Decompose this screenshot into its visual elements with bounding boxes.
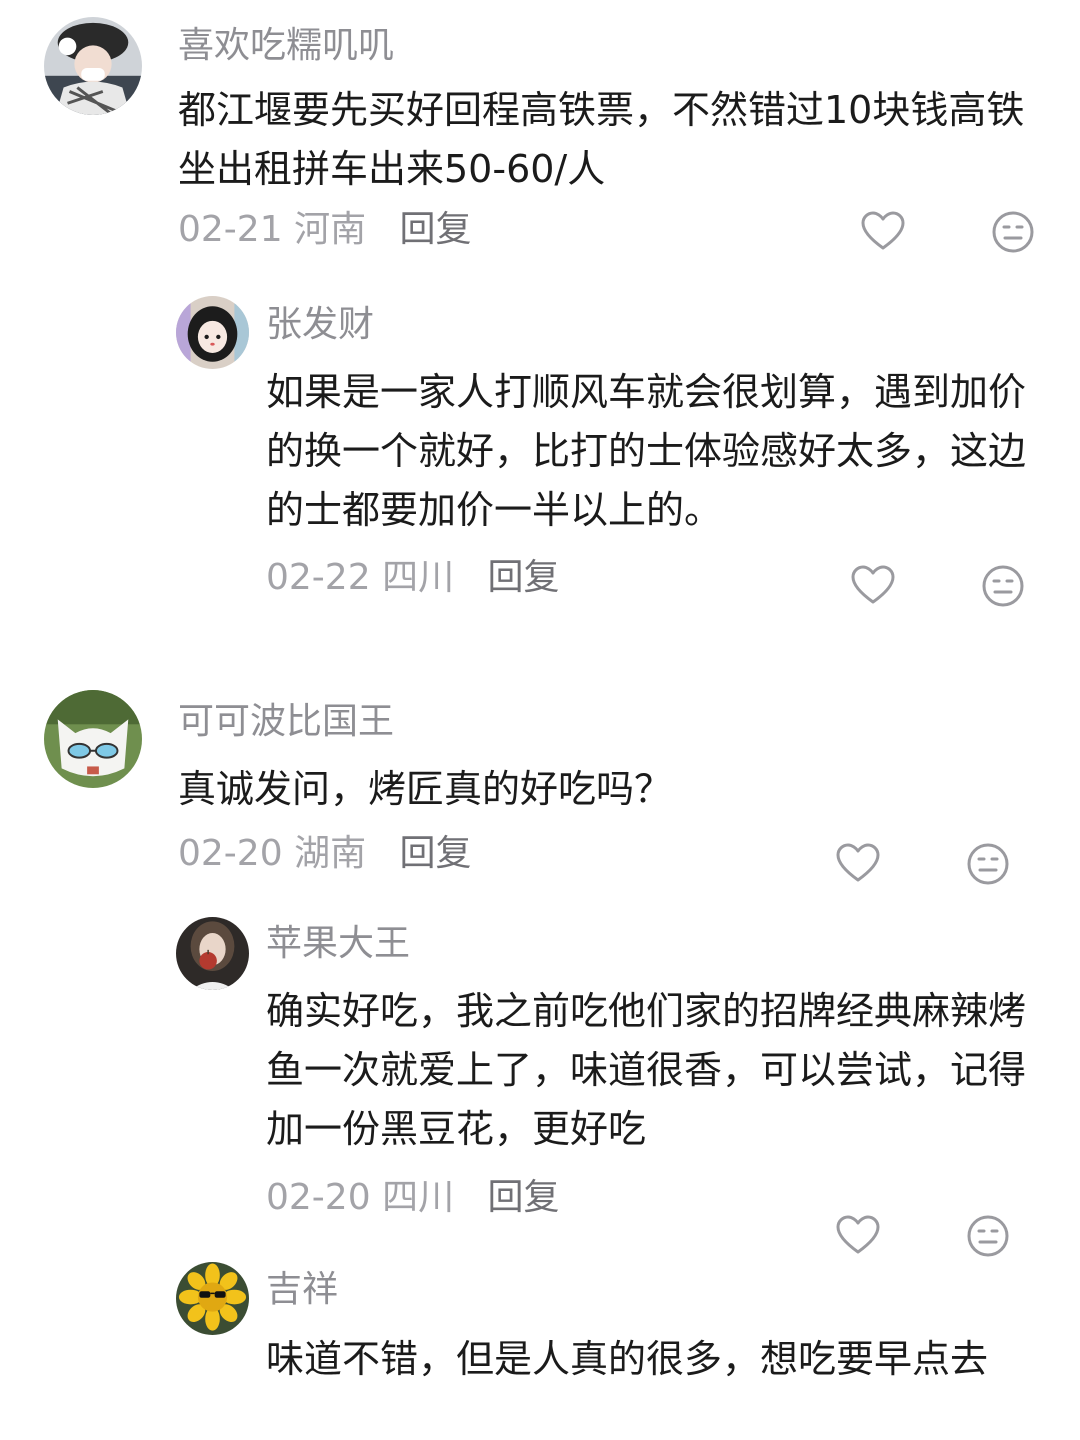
comment-text-line: 坐出租拼车出来50-60/人 [178,147,606,191]
dislike-button[interactable] [964,840,1012,888]
comment-date: 02-20 [178,833,283,874]
reply-text-line: 的换一个就好，比打的士体验感好太多，这边 [266,429,1027,473]
reply-text-line: 的士都要加价一半以上的。 [266,488,723,532]
heart-outline-icon [836,1215,880,1254]
comment-location: 河南 [294,209,367,250]
reply-text-line: 确实好吃，我之前吃他们家的招牌经典麻辣烤 [266,989,1027,1033]
reply-location: 四川 [382,1177,455,1218]
avatar[interactable] [176,1262,249,1335]
reply-date: 02-20 [266,1177,371,1218]
avatar[interactable] [176,917,249,990]
heart-outline-icon [836,843,880,882]
reply-text-line: 如果是一家人打顺风车就会很划算，遇到加价 [266,370,1027,414]
comment-location: 湖南 [294,833,367,874]
like-button[interactable] [834,1212,882,1260]
dislike-button[interactable] [964,1212,1012,1260]
like-button[interactable] [849,562,897,610]
neutral-face-icon [982,565,1024,607]
reply-location: 四川 [382,557,455,598]
comment-text: 真诚发问，烤匠真的好吃吗？ [178,760,672,819]
like-button[interactable] [834,840,882,888]
comment-username[interactable]: 喜欢吃糯叽叽 [178,24,394,68]
reply-text-line: 鱼一次就爱上了，味道很香，可以尝试，记得 [266,1048,1027,1092]
reply-username[interactable]: 苹果大王 [266,922,410,966]
reply-button[interactable]: 回复 [400,209,472,250]
comment-meta: 02-21 河南 回复 [178,208,472,252]
like-button[interactable] [859,208,907,256]
reply-username[interactable]: 吉祥 [266,1268,338,1312]
reply-text: 确实好吃，我之前吃他们家的招牌经典麻辣烤 鱼一次就爱上了，味道很香，可以尝试，记… [266,982,1026,1159]
reply-button[interactable]: 回复 [488,1177,560,1218]
reply-button[interactable]: 回复 [400,833,472,874]
reply-text: 如果是一家人打顺风车就会很划算，遇到加价 的换一个就好，比打的士体验感好太多，这… [266,363,1026,540]
comment-text-line: 都江堰要先买好回程高铁票，不然错过10块钱高铁 [178,88,1025,132]
girl-with-hat-avatar [44,17,142,115]
white-cat-sunglasses-avatar [44,690,142,788]
reply-meta: 02-20 四川 回复 [266,1176,560,1220]
heart-outline-icon [861,211,905,250]
cartoon-girl-avatar [176,296,249,369]
neutral-face-icon [992,211,1034,253]
reply-text-line: 味道不错，但是人真的很多，想吃要早点去 [266,1337,989,1381]
comment-username[interactable]: 可可波比国王 [178,700,394,744]
reply-text-line: 加一份黑豆花，更好吃 [266,1107,647,1151]
neutral-face-icon [967,1215,1009,1257]
neutral-face-icon [967,843,1009,885]
reply-text: 味道不错，但是人真的很多，想吃要早点去 [266,1330,988,1389]
avatar[interactable] [176,296,249,369]
dislike-button[interactable] [979,562,1027,610]
dislike-button[interactable] [989,208,1037,256]
comment-text: 都江堰要先买好回程高铁票，不然错过10块钱高铁 坐出租拼车出来50-60/人 [178,81,1024,199]
reply-date: 02-22 [266,557,371,598]
avatar[interactable] [44,17,142,115]
comment-date: 02-21 [178,209,283,250]
avatar[interactable] [44,690,142,788]
reply-meta: 02-22 四川 回复 [266,556,560,600]
sunflower-sunglasses-avatar [176,1262,249,1335]
comment-text-line: 真诚发问，烤匠真的好吃吗？ [178,767,673,811]
reply-button[interactable]: 回复 [488,557,560,598]
comment-meta: 02-20 湖南 回复 [178,832,472,876]
reply-username[interactable]: 张发财 [266,303,374,347]
person-holding-apple-avatar [176,917,249,990]
heart-outline-icon [851,565,895,604]
